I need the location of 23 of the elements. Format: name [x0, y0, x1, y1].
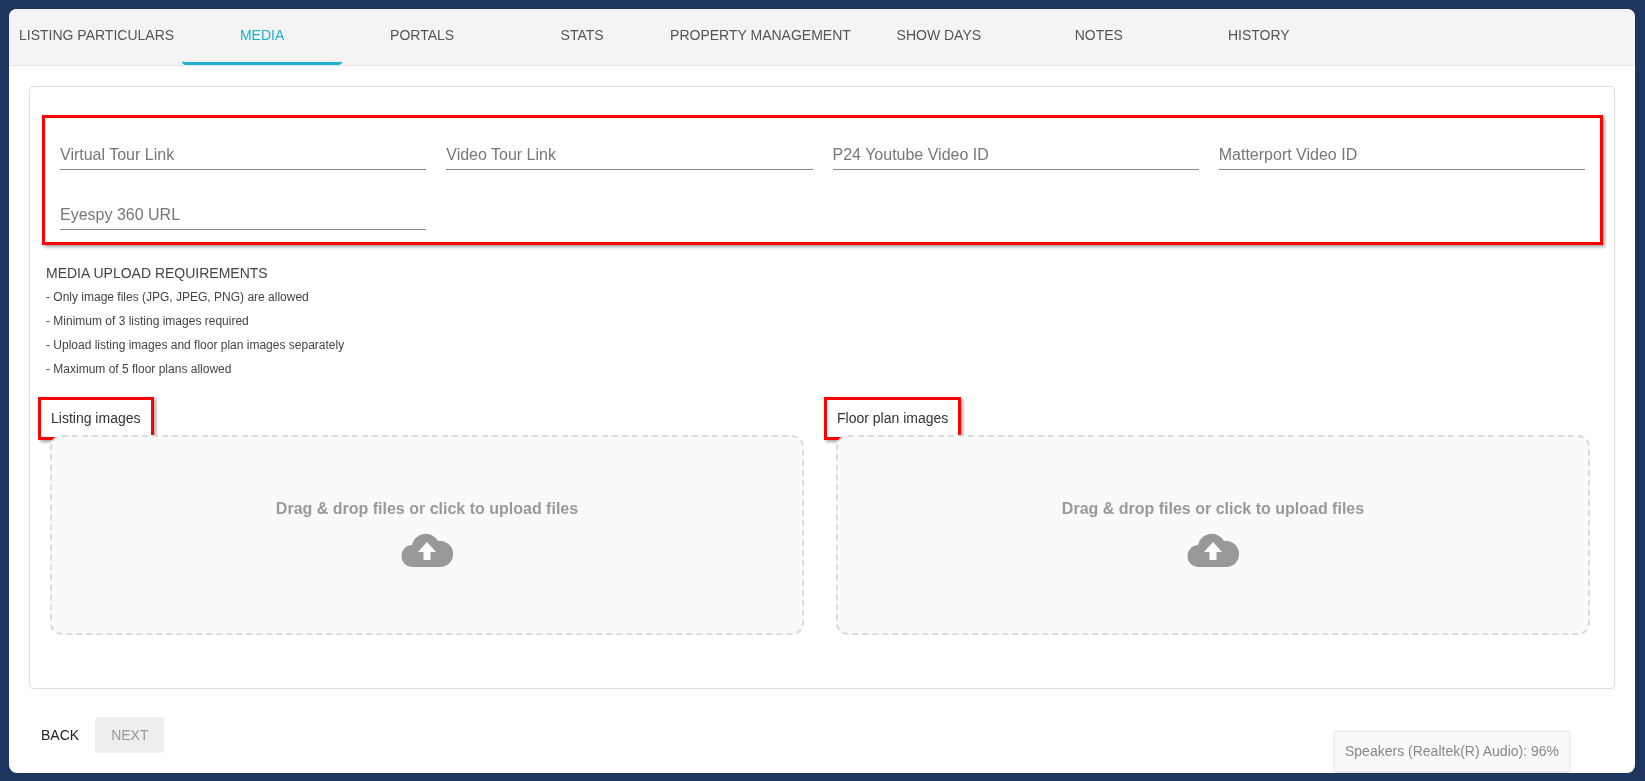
upload-prompt: Drag & drop files or click to upload files [275, 499, 579, 519]
tab[interactable]: SHOW DAYS [858, 9, 1019, 65]
nav-button[interactable]: BACK [33, 717, 88, 753]
requirement-text: - Upload listing images and floor plan images separately [46, 337, 346, 354]
input-field[interactable]: Matterport Video ID [1218, 130, 1585, 170]
input-field[interactable]: Video Tour Link [446, 130, 813, 170]
tab[interactable]: LISTING PARTICULARS [11, 9, 183, 65]
volume-notification: Speakers (Realtek(R) Audio): 96% [1334, 731, 1570, 772]
tab[interactable]: PORTALS [342, 9, 503, 65]
input-field[interactable]: P24 Youtube Video ID [832, 130, 1199, 170]
tab[interactable]: NOTES [1018, 9, 1179, 65]
tab[interactable]: PROPERTY MANAGEMENT [662, 9, 859, 65]
cloud-upload-icon [1187, 533, 1239, 567]
requirement-text: - Minimum of 3 listing images required [46, 313, 250, 330]
upload-prompt: Drag & drop files or click to upload files [1061, 499, 1365, 519]
cloud-upload-icon [401, 533, 453, 567]
tab[interactable]: HISTORY [1178, 9, 1339, 65]
requirements-heading: MEDIA UPLOAD REQUIREMENTS [46, 264, 269, 283]
input-field[interactable]: Eyespy 360 URL [60, 190, 427, 230]
input-field[interactable]: Virtual Tour Link [60, 130, 427, 170]
requirement-text: - Maximum of 5 floor plans allowed [46, 361, 233, 378]
requirement-text: - Only image files (JPG, JPEG, PNG) are allowed [46, 289, 310, 306]
tab[interactable]: STATS [502, 9, 663, 65]
